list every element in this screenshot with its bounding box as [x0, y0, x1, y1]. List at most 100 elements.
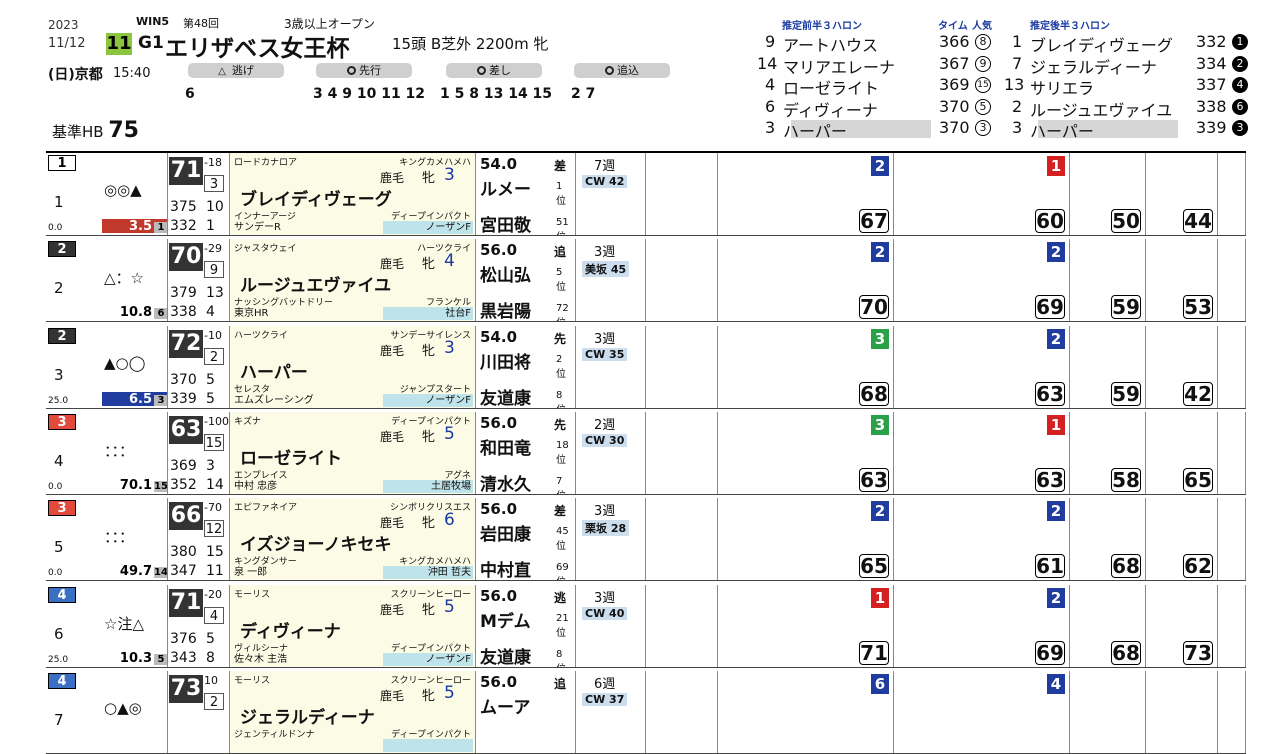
- horse-col-5: [646, 411, 718, 494]
- horse-name: ルージュエヴァイユ: [240, 276, 392, 297]
- past-score: 44: [1183, 209, 1213, 233]
- horse-col-0: 3 5 ：：： 0.0 49.7 14: [46, 498, 168, 581]
- horse-col-2: エピファネイア シンボリクリスエス 鹿毛牝 6 イズジョーノキセキ キングダンサー キングカ…: [230, 498, 476, 581]
- horse-col-0: 1 1 ◎◎▲ 0.0 3.5 1: [46, 153, 168, 235]
- horse-table: 1 1 ◎◎▲ 0.0 3.5 1 71 -18 3 375 10 332 1 ロードカナロア キングカメハ…: [46, 151, 1246, 754]
- prev-finish: 1: [1047, 156, 1065, 176]
- race-year: 2023: [48, 18, 79, 32]
- age: 3: [444, 165, 455, 185]
- past-score: 42: [1183, 381, 1213, 406]
- horse-col-1: 70 -29 9 379 13 338 4: [168, 239, 230, 322]
- speed-index: 71: [169, 157, 203, 185]
- prediction-marks: ▲○◯: [104, 353, 146, 372]
- style-pill-nige: △ 逃げ: [188, 63, 284, 78]
- jockey-rank: 1 位: [556, 181, 566, 207]
- waku-number: 4: [48, 586, 76, 603]
- pace-horse-name: ローゼライト: [783, 79, 880, 98]
- race-score: 61: [1035, 554, 1065, 579]
- race-score: 63: [1035, 381, 1065, 406]
- style-pill-sashi: 差し: [446, 63, 542, 78]
- jockey-name: 松山弘: [480, 266, 531, 287]
- back-pace-title: 推定後半３ハロン: [1030, 21, 1110, 32]
- past-score: 53: [1183, 295, 1213, 320]
- past-score: 68: [1111, 554, 1141, 579]
- weight-change: 25.0: [48, 654, 69, 665]
- pace-row: 14 マリアエレーナ 367 9: [757, 53, 997, 77]
- coat-color: 鹿毛: [380, 429, 405, 444]
- pace-horse-name: マリアエレーナ: [783, 57, 896, 77]
- breeder: ノーザンF: [383, 221, 473, 234]
- coat-color: 鹿毛: [380, 516, 405, 531]
- pace-pop: 15: [975, 77, 991, 93]
- trainer-rank: 69 位: [556, 562, 569, 580]
- pace-horse-name: ジェラルディーナ: [1030, 57, 1157, 77]
- horse-col-1: 71 -20 4 376 5 343 8: [168, 584, 230, 667]
- popularity: 14: [154, 567, 168, 579]
- horse-col-3: 56.0 追ムーア: [476, 670, 576, 753]
- prediction-marks: ◎◎▲: [104, 181, 142, 199]
- index-rank: 12: [204, 520, 224, 538]
- index-diff: -70: [204, 501, 222, 515]
- sex: 牝: [422, 688, 436, 704]
- horse-col-7: 4: [894, 670, 1070, 753]
- pace-time: 366: [939, 32, 970, 51]
- front-time: 376: [170, 630, 197, 647]
- horse-col-6: 6: [718, 670, 894, 753]
- odds: 70.1 15: [102, 477, 167, 493]
- trainer-name: 友道康: [480, 647, 531, 667]
- jockey-name: ムーア: [480, 697, 531, 718]
- kijun-value: 75: [108, 118, 139, 143]
- horse-name: イズジョーノキセキ: [240, 535, 392, 556]
- coat-color: 鹿毛: [380, 688, 405, 703]
- index-diff: 10: [204, 673, 218, 687]
- horse-col-9: 65: [1146, 411, 1218, 494]
- back-time: 343: [170, 649, 197, 666]
- pace-time: 370: [939, 96, 970, 116]
- race-field-info: 15頭 B芝外 2200m 牝: [392, 35, 549, 53]
- front-time: 379: [170, 285, 197, 302]
- rest-weeks: 3週: [594, 590, 616, 606]
- horse-col-5: [646, 584, 718, 667]
- pace-horse-no: 1: [1012, 32, 1023, 51]
- pace-time: 367: [939, 53, 970, 73]
- age: 4: [444, 251, 455, 272]
- age: 5: [444, 596, 455, 617]
- horse-col-3: 54.0 差ルメー 1 位宮田敬 51 位: [476, 153, 576, 235]
- horse-col-9: 42: [1146, 325, 1218, 408]
- prev-finish: 2: [1047, 501, 1065, 522]
- back-time: 338: [170, 304, 197, 321]
- pace-horse-name: ルージュエヴァイユ: [1030, 100, 1173, 120]
- index-rank: 15: [204, 433, 224, 451]
- waku-number: 2: [48, 327, 76, 344]
- pace-horse-no: 2: [1012, 96, 1023, 116]
- prediction-marks: ：：：: [104, 441, 135, 460]
- pop-title: 人気: [972, 21, 992, 32]
- horse-col-7: 1 63: [894, 411, 1070, 494]
- carried-weight: 54.0: [480, 155, 518, 173]
- owner: サンデーR: [234, 222, 281, 233]
- odds: 3.5 1: [102, 219, 167, 234]
- running-style: 差: [554, 504, 567, 519]
- age: 5: [444, 682, 455, 703]
- horse-col-6: 3 68: [718, 325, 894, 408]
- weight-change: 0.0: [48, 223, 63, 233]
- pace-horse-no: 6: [765, 96, 776, 116]
- owner: エムズレーシング: [234, 394, 314, 406]
- back-time: 347: [170, 563, 197, 580]
- index-diff: -20: [204, 587, 222, 601]
- pace-horse-name: サリエラ: [1030, 79, 1095, 98]
- horse-col-9: 73: [1146, 584, 1218, 667]
- horse-col-1: 71 -18 3 375 10 332 1: [168, 153, 230, 235]
- back-rank: 1: [206, 218, 215, 234]
- horse-name: ローゼライト: [240, 448, 342, 469]
- horse-col-1: 73 10 2: [168, 670, 230, 753]
- breeder: ノーザンF: [383, 393, 473, 407]
- back-time: 332: [170, 218, 197, 234]
- owner: 佐々木 主浩: [234, 653, 288, 665]
- sire-sire: キングカメハメハ: [399, 158, 471, 168]
- odds-value: 49.7: [119, 564, 152, 580]
- horse-number: 7: [54, 710, 64, 729]
- carried-weight: 56.0: [480, 586, 518, 605]
- time-title: タイム: [938, 21, 968, 32]
- sire-name: キズナ: [234, 416, 262, 427]
